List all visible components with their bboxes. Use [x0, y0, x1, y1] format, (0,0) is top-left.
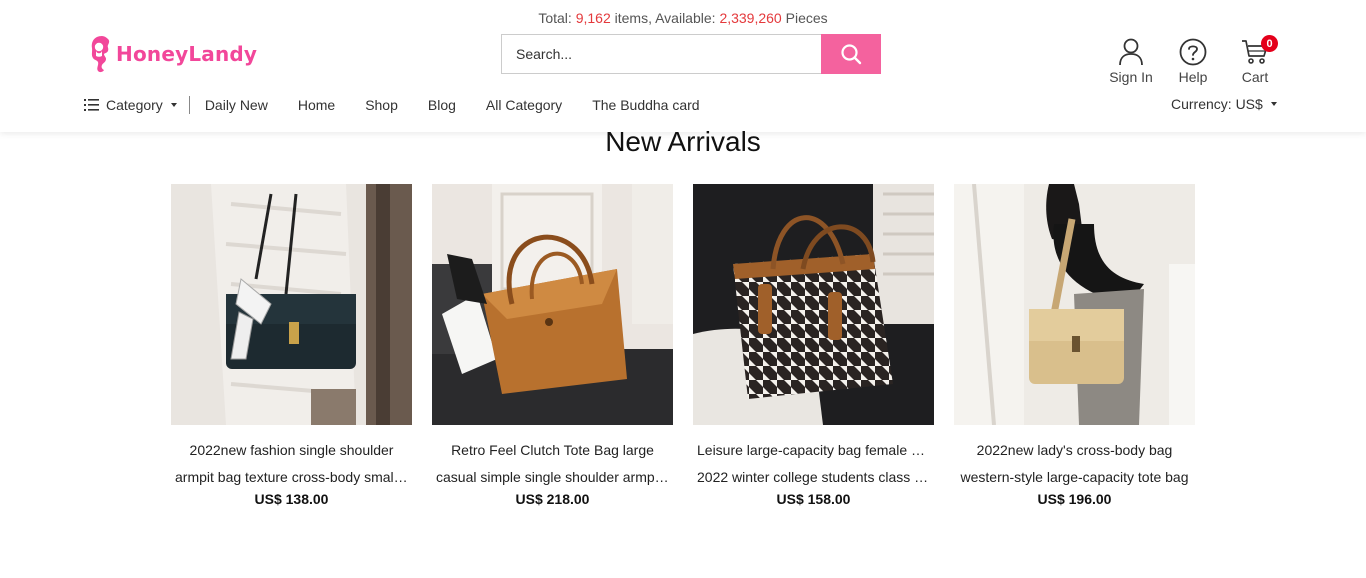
user-actions: Sign In Help 0 Cart	[1100, 35, 1286, 85]
currency-label: Currency: US$	[1171, 96, 1263, 112]
nav-daily-new[interactable]: Daily New	[205, 97, 268, 113]
list-menu-icon	[84, 99, 99, 111]
chevron-down-icon	[170, 103, 177, 107]
section-title: New Arrivals	[605, 126, 761, 157]
logo-text: HoneyLandy	[116, 42, 258, 66]
product-image[interactable]	[693, 184, 934, 425]
site-logo[interactable]: HoneyLandy	[88, 34, 257, 74]
product-price: US$ 138.00	[254, 491, 329, 507]
nav-home[interactable]: Home	[298, 97, 335, 113]
cart-count-badge: 0	[1261, 35, 1278, 52]
main-nav: Category Daily New Home Shop Blog All Ca…	[84, 96, 700, 114]
product-grid: 2022new fashion single shoulder armpit b…	[171, 184, 1195, 507]
product-name[interactable]: Leisure large-capacity bag female bag 20…	[693, 437, 934, 491]
sign-in-label: Sign In	[1109, 69, 1153, 85]
user-icon	[1119, 38, 1143, 66]
search-button[interactable]	[821, 34, 881, 74]
category-menu-button[interactable]: Category	[84, 96, 190, 114]
product-price: US$ 158.00	[776, 491, 851, 507]
search-bar	[501, 34, 881, 74]
category-label: Category	[106, 97, 163, 113]
chevron-down-icon	[1270, 102, 1277, 106]
product-name[interactable]: Retro Feel Clutch Tote Bag large casual …	[432, 437, 673, 491]
product-price: US$ 196.00	[1037, 491, 1112, 507]
search-icon	[841, 44, 862, 65]
cart-button[interactable]: 0 Cart	[1224, 35, 1286, 85]
cart-label: Cart	[1241, 69, 1269, 85]
logo-woman-silhouette-icon	[91, 36, 110, 73]
product-image[interactable]	[171, 184, 412, 425]
product-price: US$ 218.00	[515, 491, 590, 507]
product-card[interactable]: 2022new fashion single shoulder armpit b…	[171, 184, 412, 507]
help-label: Help	[1178, 69, 1208, 85]
product-image[interactable]	[432, 184, 673, 425]
product-name[interactable]: 2022new lady's cross-body bag western-st…	[954, 437, 1195, 491]
nav-all-category[interactable]: All Category	[486, 97, 562, 113]
product-card[interactable]: 2022new lady's cross-body bag western-st…	[954, 184, 1195, 507]
product-name[interactable]: 2022new fashion single shoulder armpit b…	[171, 437, 412, 491]
nav-buddha-card[interactable]: The Buddha card	[592, 97, 699, 113]
nav-blog[interactable]: Blog	[428, 97, 456, 113]
search-input[interactable]	[501, 34, 821, 74]
total-items-count: 9,162	[575, 10, 611, 26]
product-image[interactable]	[954, 184, 1195, 425]
help-button[interactable]: Help	[1162, 38, 1224, 85]
help-icon	[1179, 38, 1207, 66]
product-card[interactable]: Retro Feel Clutch Tote Bag large casual …	[432, 184, 673, 507]
site-header: Total: 9,162 items, Available: 2,339,260…	[0, 0, 1366, 132]
nav-shop[interactable]: Shop	[365, 97, 398, 113]
inventory-summary: Total: 9,162 items, Available: 2,339,260…	[538, 10, 828, 26]
available-pieces-count: 2,339,260	[719, 10, 782, 26]
currency-selector[interactable]: Currency: US$	[1171, 96, 1277, 112]
product-card[interactable]: Leisure large-capacity bag female bag 20…	[693, 184, 934, 507]
sign-in-button[interactable]: Sign In	[1100, 38, 1162, 85]
